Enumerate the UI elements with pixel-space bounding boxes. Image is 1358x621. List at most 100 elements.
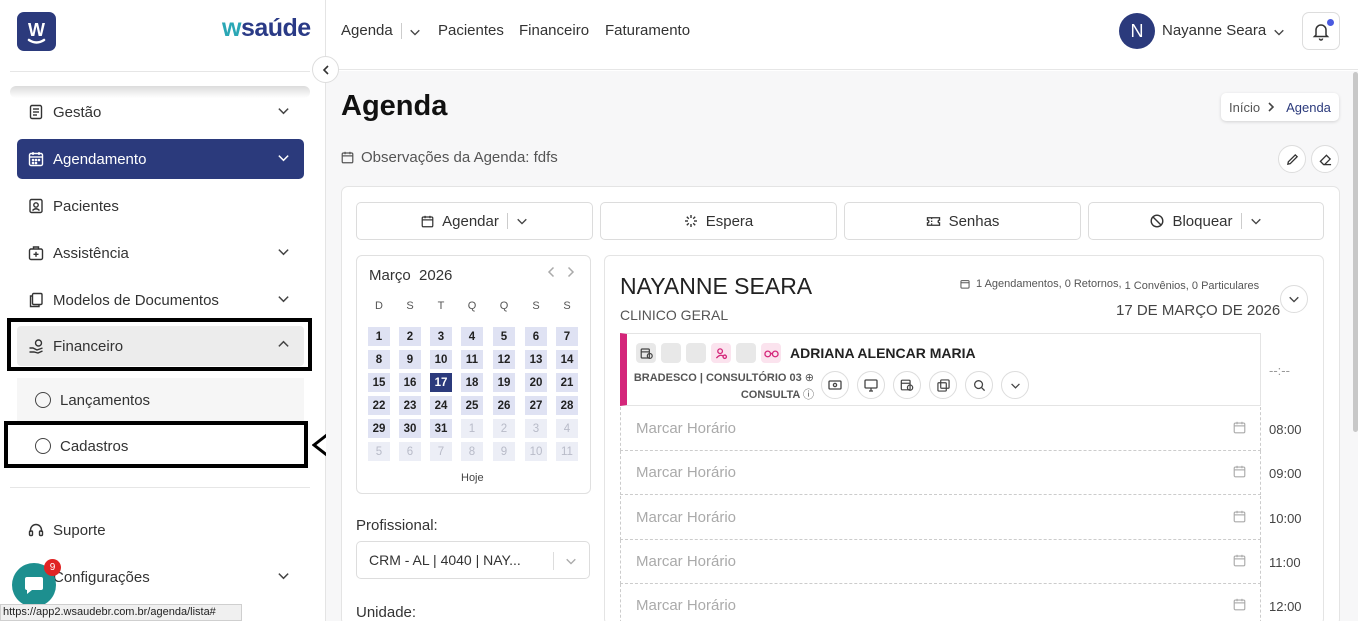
- calendar-day[interactable]: 3: [430, 327, 452, 346]
- more-options-button[interactable]: [1001, 371, 1029, 399]
- calendar-day[interactable]: 27: [525, 396, 547, 415]
- calendar-day[interactable]: 9: [399, 350, 421, 369]
- today-button[interactable]: Hoje: [461, 472, 484, 484]
- calendar-day[interactable]: 12: [493, 350, 515, 369]
- calendar-day[interactable]: 17: [430, 373, 452, 392]
- agendar-button[interactable]: Agendar: [356, 202, 593, 240]
- payment-button[interactable]: [821, 371, 849, 399]
- calendar-day[interactable]: 14: [556, 350, 578, 369]
- calendar-day[interactable]: 25: [461, 396, 483, 415]
- scrollbar[interactable]: [1353, 72, 1358, 432]
- button-divider: [1240, 213, 1242, 229]
- teleconsult-button[interactable]: [857, 371, 885, 399]
- espera-label: Espera: [705, 212, 754, 230]
- calendar-day[interactable]: 24: [430, 396, 452, 415]
- calendar-day[interactable]: 13: [525, 350, 547, 369]
- calendar-day[interactable]: 6: [399, 442, 421, 461]
- weekday-header: Q: [467, 300, 477, 312]
- calendar-day[interactable]: 6: [525, 327, 547, 346]
- time-slot[interactable]: Marcar Horário: [620, 451, 1261, 495]
- notifications-button[interactable]: [1302, 12, 1340, 50]
- time-slot[interactable]: Marcar Horário: [620, 540, 1261, 584]
- time-slot[interactable]: Marcar Horário: [620, 407, 1261, 451]
- sidebar-item-suporte[interactable]: Suporte: [17, 510, 304, 550]
- topnav-faturamento[interactable]: Faturamento: [605, 22, 690, 39]
- calendar-day[interactable]: 11: [556, 442, 578, 461]
- topnav-financeiro[interactable]: Financeiro: [519, 22, 589, 39]
- calendar-day[interactable]: 4: [461, 327, 483, 346]
- calendar-day[interactable]: 7: [556, 327, 578, 346]
- patient-name[interactable]: ADRIANA ALENCAR MARIA: [790, 345, 976, 361]
- calendar-day[interactable]: 28: [556, 396, 578, 415]
- duplicate-button[interactable]: [929, 371, 957, 399]
- calendar-day[interactable]: 30: [399, 419, 421, 438]
- calendar-day[interactable]: 2: [399, 327, 421, 346]
- calendar-day[interactable]: 31: [430, 419, 452, 438]
- medical-bag-icon: [27, 244, 45, 262]
- summary-returns: 0 Retornos,: [1064, 278, 1122, 290]
- chevron-down-icon: [277, 104, 290, 117]
- calendar-day[interactable]: 20: [525, 373, 547, 392]
- calendar-day[interactable]: 23: [399, 396, 421, 415]
- calendar-day[interactable]: 10: [525, 442, 547, 461]
- sidebar-item-assistencia[interactable]: Assistência: [17, 233, 304, 273]
- appointment-type: CONSULTA ⓘ: [740, 389, 814, 401]
- calendar-day[interactable]: 5: [368, 442, 390, 461]
- professional-select[interactable]: CRM - AL | 4040 | NAY...: [356, 541, 590, 579]
- expand-schedule-button[interactable]: [1280, 285, 1308, 313]
- calendar-day[interactable]: 18: [461, 373, 483, 392]
- time-slot[interactable]: Marcar Horário: [620, 496, 1261, 540]
- calendar-day[interactable]: 19: [493, 373, 515, 392]
- app-logo[interactable]: W: [17, 12, 56, 51]
- clear-observations-button[interactable]: [1311, 145, 1339, 173]
- calendar-day[interactable]: 29: [368, 419, 390, 438]
- calendar-day[interactable]: 8: [368, 350, 390, 369]
- avatar[interactable]: N: [1119, 13, 1155, 49]
- sidebar-item-gestao[interactable]: Gestão: [17, 92, 304, 132]
- calendar-day[interactable]: 15: [368, 373, 390, 392]
- chevron-down-icon[interactable]: [409, 26, 421, 38]
- breadcrumb-home[interactable]: Início: [1229, 100, 1260, 115]
- senhas-button[interactable]: Senhas: [844, 202, 1081, 240]
- prev-month-button[interactable]: [547, 266, 556, 278]
- sidebar-item-financeiro[interactable]: Financeiro: [17, 326, 304, 366]
- calendar-day[interactable]: 10: [430, 350, 452, 369]
- reschedule-button[interactable]: [893, 371, 921, 399]
- topnav-agenda[interactable]: Agenda: [341, 22, 393, 39]
- collapse-sidebar-button[interactable]: [312, 56, 339, 83]
- chevron-down-icon[interactable]: [1250, 215, 1262, 227]
- topnav-pacientes[interactable]: Pacientes: [438, 22, 504, 39]
- eraser-icon: [1318, 153, 1332, 166]
- next-month-button[interactable]: [566, 266, 575, 278]
- sidebar-item-pacientes[interactable]: Pacientes: [17, 186, 304, 226]
- calendar-day[interactable]: 5: [493, 327, 515, 346]
- sidebar-item-modelos[interactable]: Modelos de Documentos: [17, 280, 304, 320]
- calendar-day[interactable]: 8: [461, 442, 483, 461]
- time-slot[interactable]: Marcar Horário: [620, 584, 1261, 621]
- view-details-button[interactable]: [965, 371, 993, 399]
- chevron-down-icon[interactable]: [516, 215, 528, 227]
- calendar-day[interactable]: 1: [461, 419, 483, 438]
- calendar-day[interactable]: 22: [368, 396, 390, 415]
- calendar-day[interactable]: 1: [368, 327, 390, 346]
- espera-button[interactable]: Espera: [600, 202, 837, 240]
- user-name[interactable]: Nayanne Seara: [1162, 22, 1266, 39]
- edit-observations-button[interactable]: [1278, 145, 1306, 173]
- sidebar-item-agendamento[interactable]: Agendamento: [17, 139, 304, 179]
- calendar-day[interactable]: 9: [493, 442, 515, 461]
- chevron-down-icon: [1288, 293, 1300, 305]
- calendar-day[interactable]: 7: [430, 442, 452, 461]
- bloquear-button[interactable]: Bloquear: [1088, 202, 1324, 240]
- loader-icon: [684, 214, 698, 228]
- subitem-lancamentos[interactable]: Lançamentos: [17, 378, 304, 422]
- calendar-icon: [27, 150, 45, 168]
- calendar-day[interactable]: 4: [556, 419, 578, 438]
- calendar-day[interactable]: 11: [461, 350, 483, 369]
- weekday-header: S: [563, 300, 571, 312]
- chevron-down-icon[interactable]: [1273, 26, 1285, 38]
- calendar-day[interactable]: 26: [493, 396, 515, 415]
- calendar-day[interactable]: 2: [493, 419, 515, 438]
- calendar-day[interactable]: 21: [556, 373, 578, 392]
- calendar-day[interactable]: 3: [525, 419, 547, 438]
- calendar-day[interactable]: 16: [399, 373, 421, 392]
